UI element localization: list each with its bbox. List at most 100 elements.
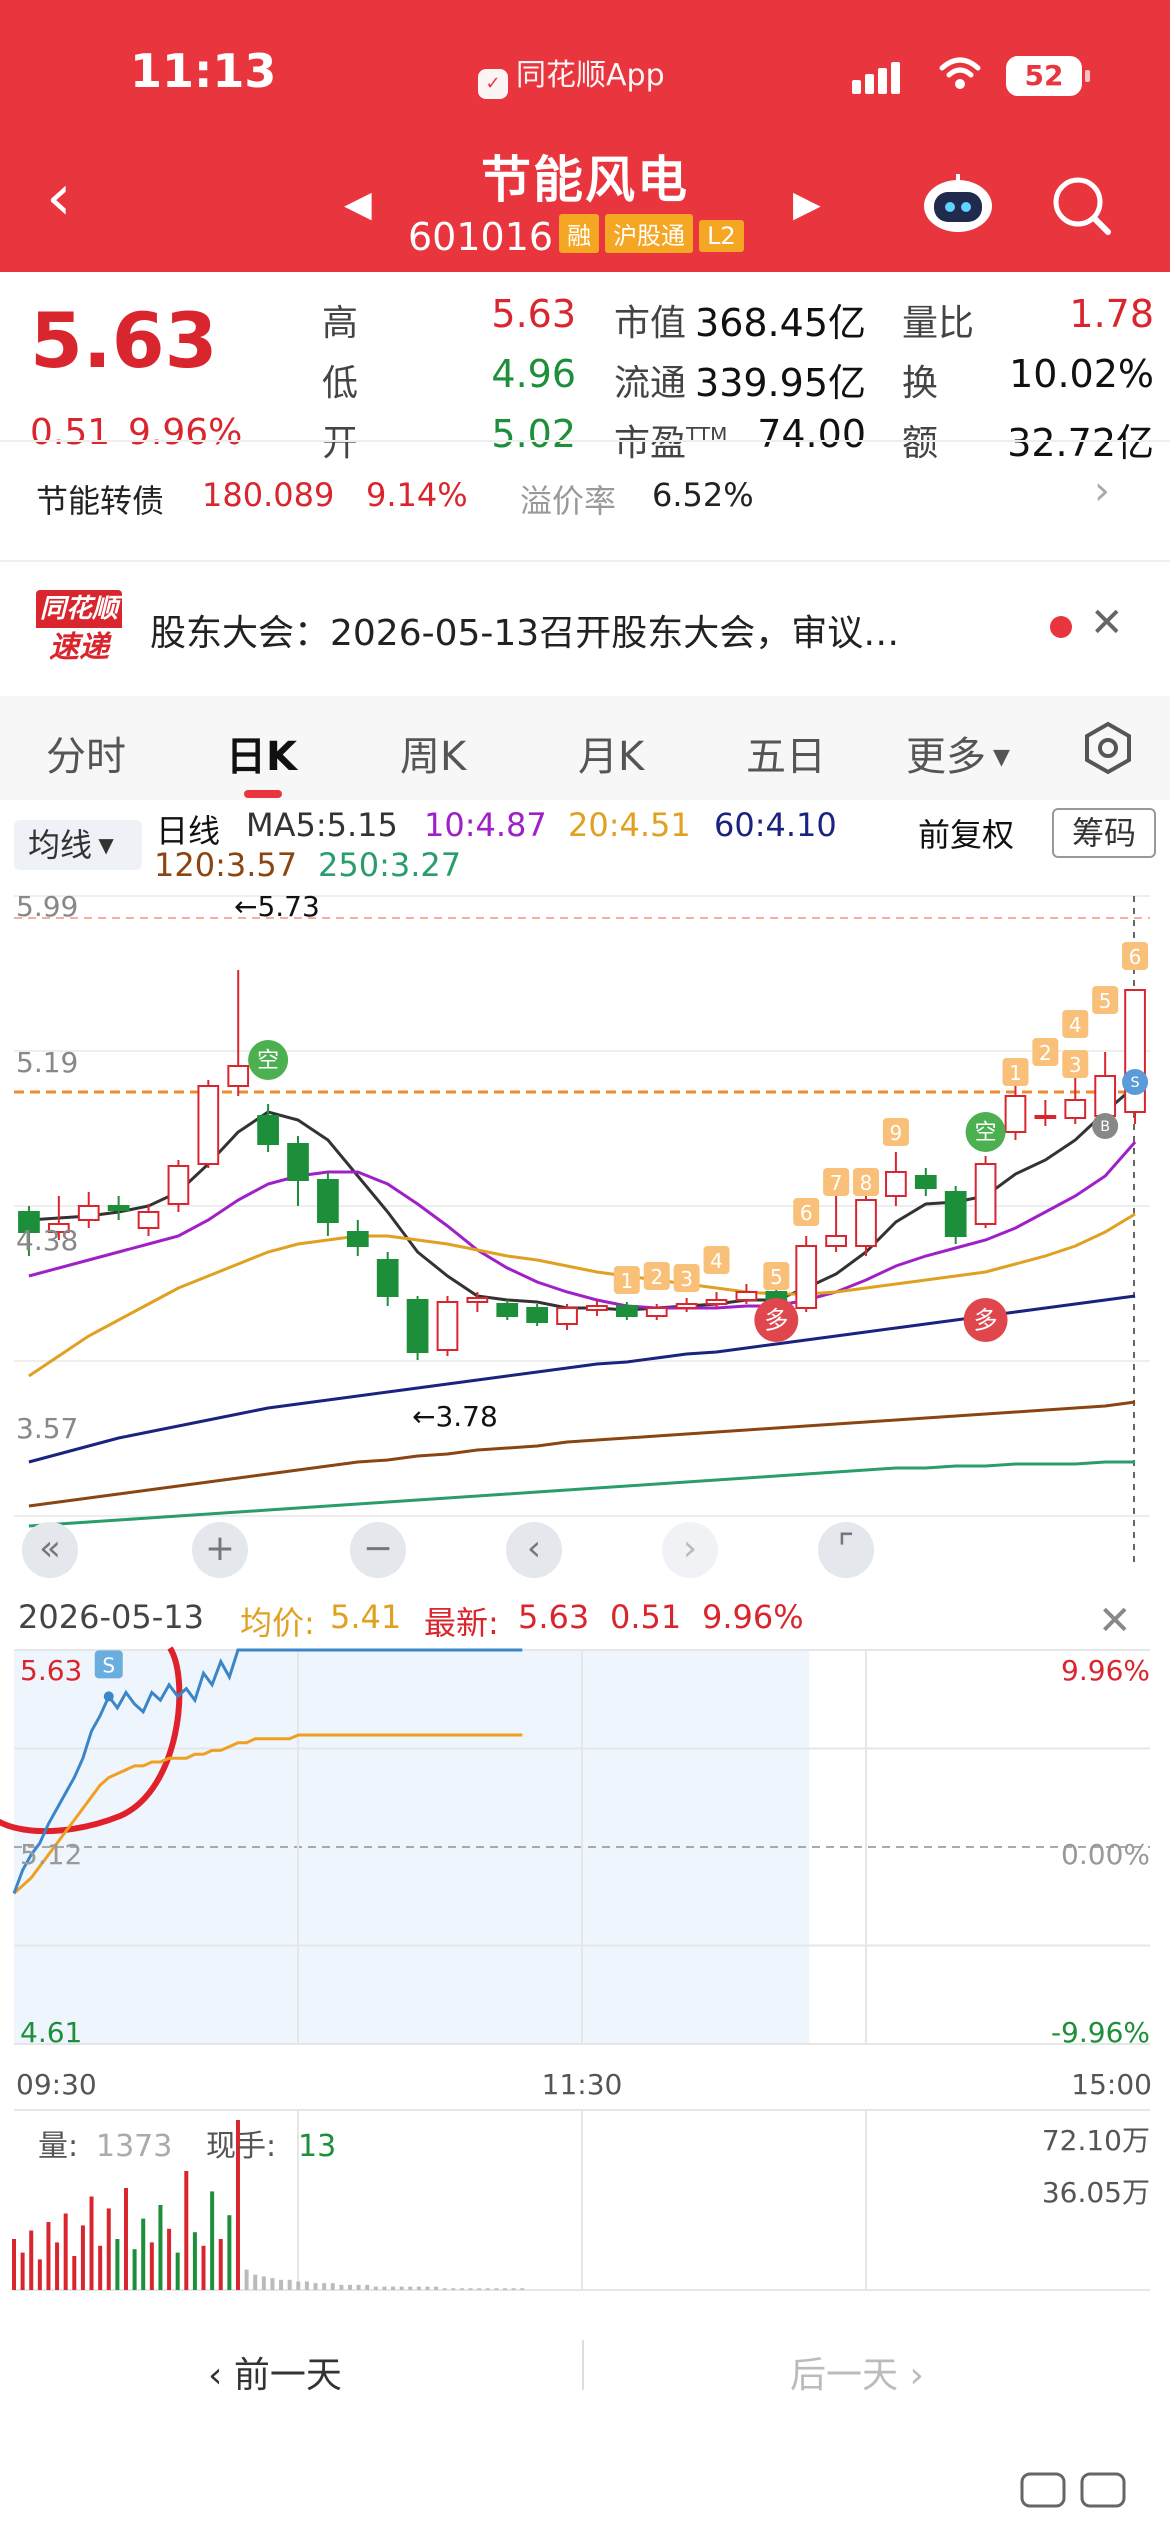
chart-controls: « + − ‹ › ⌜ [0, 1522, 1170, 1582]
sell-point [103, 1691, 114, 1702]
bond-price: 180.089 [202, 476, 335, 514]
y-left-mid: 5.12 [20, 1838, 82, 1871]
vol-scale-top: 72.10万 [1042, 2124, 1150, 2157]
volume-bar [365, 2284, 370, 2290]
bond-premium-label: 溢价率 [520, 482, 617, 520]
candle-down [346, 1231, 369, 1247]
next-stock-button[interactable]: ▶ [793, 184, 821, 225]
low-label: 低 [322, 363, 359, 404]
volume-bar [425, 2286, 430, 2290]
volume-bar [451, 2288, 456, 2290]
ma120-label: 120:3.57 [154, 846, 298, 884]
tab-five-day[interactable]: 五日 [746, 724, 826, 782]
volume-bar [382, 2286, 387, 2290]
close-intraday-icon[interactable]: ✕ [1098, 1598, 1132, 1644]
scroll-right-icon[interactable]: › [662, 1522, 718, 1578]
close-icon[interactable]: ✕ [1090, 600, 1124, 646]
scroll-left-icon[interactable]: ‹ [506, 1522, 562, 1578]
volume-bar [339, 2284, 344, 2290]
prev-day-button[interactable]: ‹ 前一天 [208, 2346, 342, 2398]
y-label: 5.99 [16, 890, 78, 923]
avg-value: 5.41 [330, 1598, 402, 1636]
robot-assistant-icon[interactable] [920, 172, 996, 234]
home-indicator-icon [1020, 2472, 1126, 2508]
zoom-in-icon[interactable]: + [192, 1522, 248, 1578]
volume-bar [279, 2279, 284, 2290]
volume-bar [347, 2284, 352, 2290]
tab-monthly-k[interactable]: 月K [578, 724, 644, 782]
candle-up [466, 1297, 489, 1303]
prev-stock-button[interactable]: ◀ [344, 184, 372, 225]
kline-chart[interactable]: 5.99 5.19 4.38 3.57 ←5.73 ←3.78 空空多 多SB1 2… [0, 886, 1170, 1586]
low-value: 4.96 [491, 352, 576, 396]
settings-hexagon-icon[interactable] [1080, 720, 1136, 776]
y-right-mid: 0.00% [1061, 1838, 1150, 1871]
candle-up [1034, 1115, 1057, 1119]
volume-bar [80, 2225, 85, 2290]
count-badge-text: 4 [710, 1249, 723, 1273]
tab-weekly-k[interactable]: 周K [400, 724, 466, 782]
volume-bar [12, 2239, 16, 2290]
count-badge-text: 3 [1069, 1053, 1082, 1077]
last-price: 5.63 [30, 296, 218, 385]
volume-bar [322, 2283, 327, 2290]
candle-up [586, 1305, 608, 1311]
tab-daily-k[interactable]: 日K [226, 724, 297, 782]
x-label-start: 09:30 [16, 2068, 97, 2101]
adjust-mode[interactable]: 前复权 [918, 810, 1014, 856]
volume-bar [270, 2278, 275, 2290]
candle-up [227, 1065, 250, 1087]
volume-bar [20, 2252, 25, 2290]
wifi-icon [939, 57, 981, 89]
chips-button[interactable]: 筹码 [1052, 808, 1156, 858]
candle-up [735, 1291, 758, 1301]
tab-more[interactable]: 更多 ▼ [906, 724, 1010, 782]
app-header: 11:13 ✓ 同花顺App 52 ‹ 节能风电 ◀ ▶ 601016 融沪股通 L2 [0, 0, 1170, 272]
count-badge-text: 4 [1069, 1013, 1082, 1037]
volume-bar [442, 2288, 447, 2290]
hand-value: 13 [298, 2129, 336, 2164]
y-label: 5.19 [16, 1046, 78, 1079]
candle-down [406, 1299, 429, 1353]
tag-l2[interactable]: L2 [699, 220, 744, 252]
latest-pct: 9.96% [702, 1598, 804, 1636]
next-day-button[interactable]: 后一天 › [790, 2346, 924, 2398]
candle-up [825, 1235, 847, 1247]
volume-bar [201, 2245, 206, 2290]
ma5-line [28, 1084, 1137, 1312]
y-label: 3.57 [16, 1412, 78, 1445]
tag-connect[interactable]: 沪股通 [605, 214, 694, 253]
high-label: 高 [322, 303, 359, 344]
count-badge-text: 2 [1039, 1041, 1052, 1065]
candle-up [885, 1171, 907, 1197]
volume-bar [459, 2288, 464, 2290]
volume-bar [167, 2228, 172, 2290]
search-icon[interactable] [1050, 174, 1114, 238]
zoom-out-icon[interactable]: − [350, 1522, 406, 1578]
zoom-out-all-icon[interactable]: « [22, 1522, 78, 1578]
volume-bar [511, 2288, 516, 2290]
indicator-select[interactable]: 均线 ▼ [14, 820, 142, 870]
volume-bar [115, 2239, 120, 2290]
volume-bar [304, 2281, 309, 2290]
volume-bar [391, 2286, 396, 2290]
divider [0, 560, 1170, 562]
count-badge-text: 8 [860, 1171, 873, 1195]
tab-intraday[interactable]: 分时 [46, 724, 126, 782]
y-right-bottom: -9.96% [1051, 2016, 1150, 2049]
volratio-value: 1.78 [1069, 292, 1154, 336]
news-text[interactable]: 股东大会：2026-05-13召开股东大会，审议… [150, 604, 899, 656]
volume-bar [106, 2208, 111, 2290]
convertible-bond-row[interactable]: 节能转债 180.089 9.14% 溢价率 6.52% › [0, 446, 1170, 546]
long-signal-marker-text: 多 [764, 1306, 788, 1334]
status-time: 11:13 [130, 44, 277, 98]
volume-bar [244, 2269, 249, 2290]
intraday-chart[interactable]: S 5.63 5.12 4.61 9.96% 0.00% -9.96% 09:3… [0, 1640, 1170, 2300]
candle-up [1094, 1075, 1117, 1117]
x-label-end: 15:00 [1071, 2068, 1152, 2101]
x-label-mid: 11:30 [542, 2068, 623, 2101]
tag-margin[interactable]: 融 [559, 214, 600, 253]
fullscreen-icon[interactable]: ⌜ [818, 1522, 874, 1578]
candle-down [914, 1175, 937, 1189]
volume-bar [184, 2171, 189, 2290]
